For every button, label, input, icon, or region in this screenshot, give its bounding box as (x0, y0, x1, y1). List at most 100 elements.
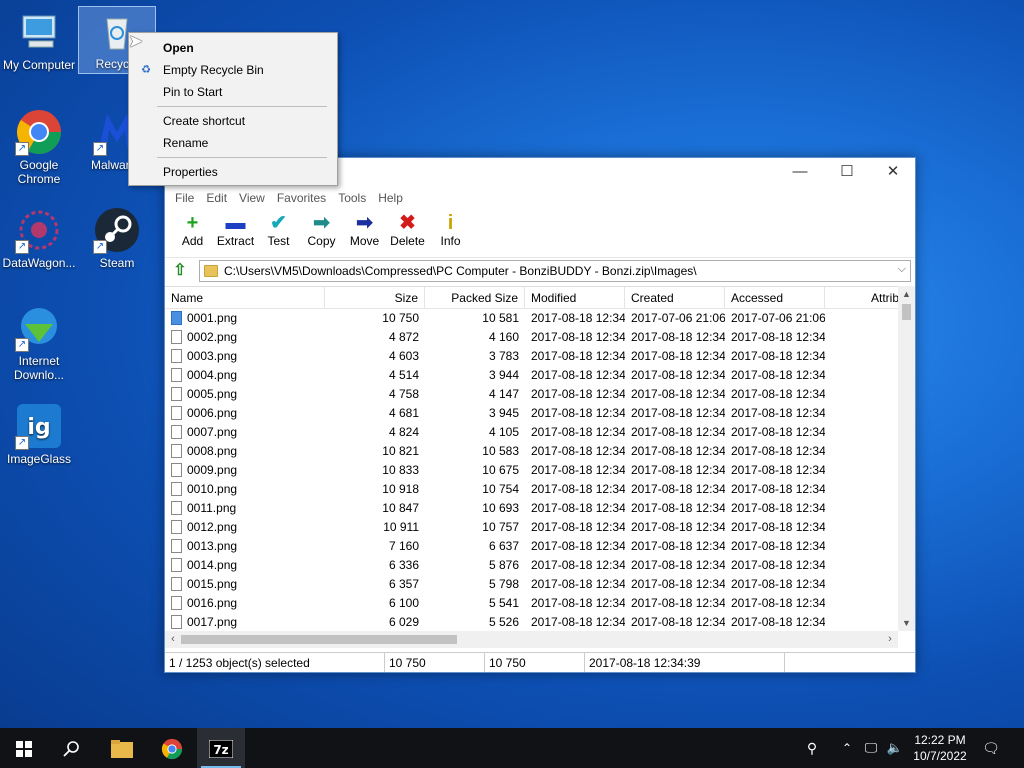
windows-logo-icon (16, 741, 32, 758)
vertical-scrollbar[interactable]: ▲ ▼ (898, 286, 915, 631)
desktop-icon-label: ImageGlass (6, 452, 72, 466)
column-modified[interactable]: Modified (525, 287, 625, 309)
context-shortcut-label: Create shortcut (163, 114, 246, 128)
table-row[interactable]: 0002.png 4 872 4 160 2017-08-18 12:34 2017-0… (165, 328, 915, 347)
desktop-icon-label: Steam (99, 256, 135, 270)
desktop-icon-google-chrome[interactable]: ↗ Google Chrome (0, 108, 78, 186)
table-cell: 4 105 (488, 425, 519, 439)
context-pin-label: Pin to Start (163, 85, 223, 99)
scroll-up-icon[interactable]: ▲ (898, 286, 915, 302)
table-cell: 4 681 (388, 406, 419, 420)
table-row[interactable]: 0001.png 10 750 10 581 2017-08-18 12:34 2017… (165, 309, 915, 328)
table-row[interactable]: 0010.png 10 918 10 754 2017-08-18 12:34 2017… (165, 480, 915, 499)
desktop-icon-my-computer[interactable]: My Computer (0, 8, 78, 72)
notifications-icon[interactable]: 🗨 (980, 728, 1002, 768)
column-attrib[interactable]: Attrib (825, 287, 905, 309)
table-cell: 2017-08-18 12:34 (731, 539, 825, 553)
desktop-icon-datawagon[interactable]: ↗ DataWagon... (0, 206, 78, 270)
up-folder-button[interactable]: ⇧ (169, 261, 191, 281)
file-icon (171, 577, 182, 591)
table-row[interactable]: 0012.png 10 911 10 757 2017-08-18 12:34 2017… (165, 518, 915, 537)
file-icon (171, 406, 182, 420)
scroll-thumb[interactable] (181, 635, 457, 644)
table-cell: 0013.png (165, 537, 325, 556)
desktop-icon-imageglass[interactable]: ig ↗ ImageGlass (0, 402, 78, 466)
table-row[interactable]: 0004.png 4 514 3 944 2017-08-18 12:34 2017-0… (165, 366, 915, 385)
7zip-icon: 7z (208, 739, 234, 759)
context-empty-recycle-bin[interactable]: ♻ Empty Recycle Bin (129, 59, 337, 81)
context-rename[interactable]: Rename (129, 132, 337, 154)
test-button[interactable]: ✔ Test (257, 208, 300, 257)
folder-icon (111, 740, 133, 759)
file-icon (171, 387, 182, 401)
menu-favorites[interactable]: Favorites (271, 191, 332, 205)
chevron-up-icon[interactable]: ⌃ (838, 728, 856, 768)
shortcut-arrow-icon: ↗ (93, 240, 107, 254)
table-cell: 2017-08-18 12:34 (731, 558, 825, 572)
extract-button[interactable]: ▬ Extract (214, 208, 257, 257)
address-field[interactable]: C:\Users\VM5\Downloads\Compressed\PC Com… (199, 260, 911, 282)
minimize-button[interactable]: — (777, 158, 823, 188)
volume-icon[interactable]: 🔈 (884, 728, 906, 768)
table-row[interactable]: 0009.png 10 833 10 675 2017-08-18 12:34 2017… (165, 461, 915, 480)
menu-view[interactable]: View (233, 191, 271, 205)
table-row[interactable]: 0003.png 4 603 3 783 2017-08-18 12:34 2017-0… (165, 347, 915, 366)
scroll-left-icon[interactable]: ‹ (165, 631, 181, 648)
context-create-shortcut[interactable]: Create shortcut (129, 110, 337, 132)
table-cell: 2017-08-18 12:34 (631, 596, 725, 610)
table-cell: 3 945 (488, 406, 519, 420)
column-size[interactable]: Size (325, 287, 425, 309)
table-row[interactable]: 0017.png 6 029 5 526 2017-08-18 12:34 2017-0… (165, 613, 915, 632)
taskbar-file-explorer[interactable] (98, 728, 146, 768)
horizontal-scrollbar[interactable]: ‹ › (165, 631, 898, 648)
file-name: 0011.png (187, 501, 237, 515)
table-row[interactable]: 0015.png 6 357 5 798 2017-08-18 12:34 2017-0… (165, 575, 915, 594)
desktop-icon-internet-download-manager[interactable]: ↗ Internet Downlo... (0, 304, 78, 382)
table-cell: 10 750 (382, 311, 419, 325)
taskbar-chrome[interactable] (148, 728, 196, 768)
column-created[interactable]: Created (625, 287, 725, 309)
info-button[interactable]: i Info (429, 208, 472, 257)
context-pin-to-start[interactable]: Pin to Start (129, 81, 337, 103)
column-accessed[interactable]: Accessed (725, 287, 825, 309)
add-label: Add (181, 234, 204, 248)
context-properties[interactable]: Properties (129, 161, 337, 183)
table-row[interactable]: 0013.png 7 160 6 637 2017-08-18 12:34 2017-0… (165, 537, 915, 556)
table-row[interactable]: 0007.png 4 824 4 105 2017-08-18 12:34 2017-0… (165, 423, 915, 442)
table-row[interactable]: 0016.png 6 100 5 541 2017-08-18 12:34 2017-0… (165, 594, 915, 613)
scroll-right-icon[interactable]: › (882, 631, 898, 648)
table-cell: 2017-08-18 12:34 (731, 596, 825, 610)
context-open[interactable]: Open (129, 37, 337, 59)
scroll-thumb[interactable] (902, 304, 911, 320)
people-icon[interactable]: ⚲ (798, 728, 826, 768)
table-cell: 2017-08-18 12:34 (531, 387, 625, 401)
scroll-down-icon[interactable]: ▼ (898, 615, 915, 631)
delete-button[interactable]: ✖ Delete (386, 208, 429, 257)
table-row[interactable]: 0005.png 4 758 4 147 2017-08-18 12:34 2017-0… (165, 385, 915, 404)
menu-tools[interactable]: Tools (332, 191, 372, 205)
table-row[interactable]: 0011.png 10 847 10 693 2017-08-18 12:34 2017… (165, 499, 915, 518)
clock[interactable]: 12:22 PM 10/7/2022 (906, 732, 974, 764)
menu-file[interactable]: File (169, 191, 200, 205)
copy-button[interactable]: ➡ Copy (300, 208, 343, 257)
column-name[interactable]: Name (165, 287, 325, 309)
desktop-icon-steam[interactable]: ↗ Steam (78, 206, 156, 270)
start-button[interactable] (0, 728, 48, 768)
maximize-button[interactable]: ☐ (824, 158, 870, 188)
network-icon[interactable]: 🖵 (860, 728, 882, 768)
menu-help[interactable]: Help (372, 191, 409, 205)
menu-edit[interactable]: Edit (200, 191, 233, 205)
chevron-down-icon[interactable]: ⌵ (898, 263, 906, 276)
file-name: 0016.png (187, 596, 238, 610)
taskbar-7zip[interactable]: 7z (197, 728, 245, 768)
add-button[interactable]: + Add (171, 208, 214, 257)
search-button[interactable] (48, 728, 96, 768)
table-row[interactable]: 0008.png 10 821 10 583 2017-08-18 12:34 2017… (165, 442, 915, 461)
column-packed-size[interactable]: Packed Size (425, 287, 525, 309)
context-properties-label: Properties (163, 165, 218, 179)
taskbar: 7z ⚲ ⌃ 🖵 🔈 12:22 PM 10/7/2022 🗨 (0, 728, 1024, 768)
move-button[interactable]: ➡ Move (343, 208, 386, 257)
close-button[interactable]: ✕ (870, 158, 916, 188)
table-row[interactable]: 0014.png 6 336 5 876 2017-08-18 12:34 2017-0… (165, 556, 915, 575)
table-row[interactable]: 0006.png 4 681 3 945 2017-08-18 12:34 2017-0… (165, 404, 915, 423)
